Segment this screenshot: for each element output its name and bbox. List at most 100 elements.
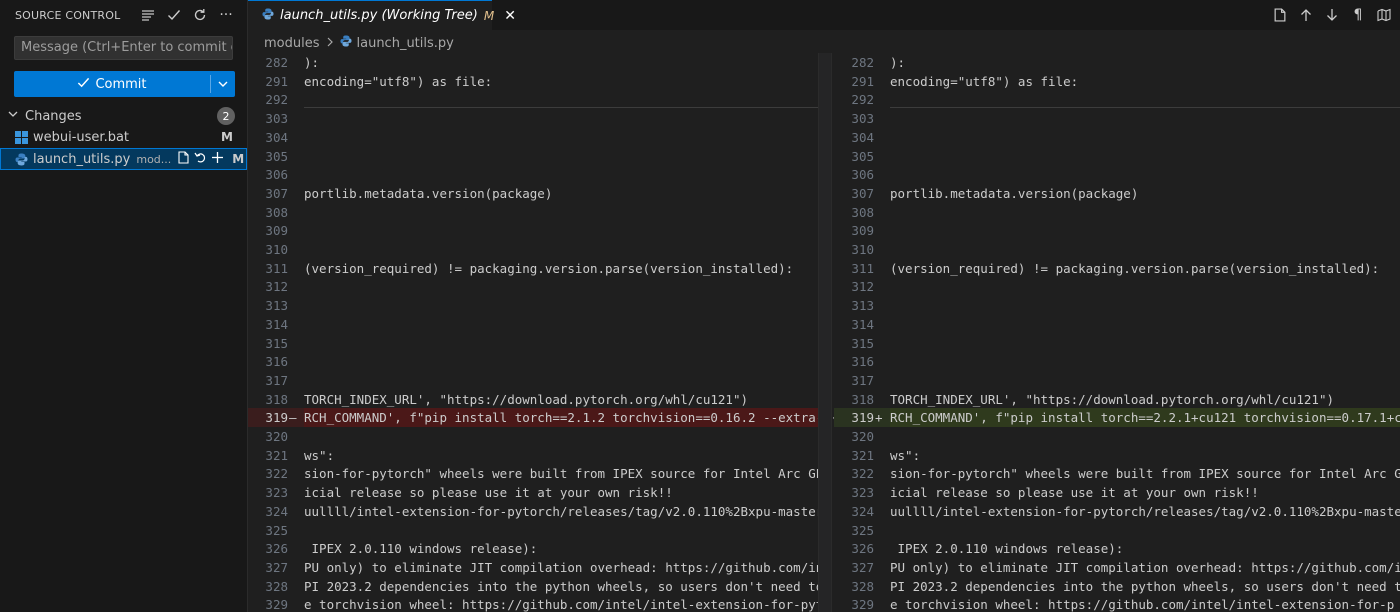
code-line: 312 [834, 277, 1400, 296]
file-directory: mod... [136, 152, 172, 166]
code-line: 317 [834, 371, 1400, 390]
commit-dropdown-button[interactable] [211, 71, 235, 97]
chevron-down-icon [218, 81, 228, 87]
file-name: launch_utils.py [33, 151, 131, 167]
line-number: 321 [265, 447, 288, 463]
line-number: 329 [265, 597, 288, 612]
line-number: 318 [265, 391, 288, 407]
pilcrow-whitespace-icon[interactable]: ¶ [1348, 4, 1368, 26]
sidebar-header: SOURCE CONTROL ··· [0, 0, 247, 30]
stage-changes-icon[interactable] [211, 151, 224, 168]
tab-title: launch_utils.py (Working Tree) [280, 8, 478, 23]
code-line: 313 [834, 296, 1400, 315]
code-line: 326 IPEX 2.0.110 windows release): [834, 539, 1400, 558]
code-text: (version_required) != packaging.version.… [890, 260, 1380, 276]
sidebar-title: SOURCE CONTROL [15, 8, 121, 22]
code-line: 328 PI 2023.2 dependencies into the pytho… [248, 577, 830, 596]
line-number: 309 [265, 223, 288, 239]
code-line: 314 [248, 315, 830, 334]
line-number: 320 [851, 429, 874, 444]
line-number: 292 [851, 92, 874, 108]
line-number: 326 [851, 541, 874, 557]
code-line: 305 [248, 147, 830, 166]
open-file-icon[interactable] [1270, 4, 1290, 26]
file-status-modified: M [221, 130, 233, 144]
breadcrumb-folder[interactable]: modules [264, 36, 320, 51]
line-number: 292 [265, 92, 288, 108]
diff-editor: launch_utils.py (Working Tree) M ✕ ¶ mod… [248, 0, 1400, 612]
line-number: 324 [265, 503, 288, 519]
code-text: PI 2023.2 dependencies into the python w… [304, 578, 824, 594]
line-number: 311 [851, 260, 874, 276]
code-text: ): [890, 55, 906, 70]
commit-label: Commit [95, 76, 147, 92]
line-number: 311 [265, 260, 288, 276]
commit-button[interactable]: Commit [14, 71, 235, 97]
line-number: 307 [265, 185, 288, 201]
line-number: 315 [851, 335, 874, 351]
code-text: e torchvision wheel: https://github.com/… [304, 597, 824, 612]
source-control-sidebar: SOURCE CONTROL ··· Message (Ctrl+Enter t… [0, 0, 248, 612]
code-line: 306 [834, 165, 1400, 184]
code-text: sion-for-pytorch" wheels were built from… [890, 466, 1400, 482]
code-line: 304 [248, 128, 830, 147]
previous-change-arrow-up-icon[interactable] [1296, 4, 1316, 26]
commit-check-icon[interactable] [163, 4, 185, 26]
line-number: 319 [265, 410, 288, 426]
commit-main-area[interactable]: Commit [14, 71, 210, 97]
file-status-modified: M [232, 152, 245, 166]
code-line: 327 PU only) to eliminate JIT compilation… [834, 558, 1400, 577]
changes-section-header[interactable]: Changes 2 [0, 105, 247, 127]
code-line: 327 PU only) to eliminate JIT compilation… [248, 558, 830, 577]
sidebar-actions: ··· [137, 4, 247, 26]
code-line: 304 [834, 128, 1400, 147]
code-line: 312 [248, 277, 830, 296]
line-number: 322 [265, 466, 288, 482]
code-text: (version_required) != packaging.version.… [304, 260, 794, 276]
check-icon [77, 76, 90, 93]
line-number: 318 [851, 391, 874, 407]
diff-overview-ruler[interactable] [818, 53, 832, 612]
code-line: 320 [834, 427, 1400, 446]
tab-launch-utils-working-tree[interactable]: launch_utils.py (Working Tree) M ✕ [248, 0, 516, 30]
code-line: 321 ws": [248, 446, 830, 465]
discard-changes-icon[interactable] [194, 151, 207, 168]
line-number: 316 [265, 354, 288, 370]
line-number: 327 [851, 559, 874, 575]
code-text: ws": [890, 447, 921, 463]
file-row-actions [177, 150, 224, 168]
line-number: 313 [265, 298, 288, 314]
line-number: 306 [851, 167, 874, 183]
diff-pane-original[interactable]: 282): 291 encoding="utf8") as file: 292 303 3… [248, 53, 830, 612]
python-file-icon [262, 7, 274, 24]
code-line: 323 icial release so please use it at you… [834, 483, 1400, 502]
code-line: 328 PI 2023.2 dependencies into the pytho… [834, 577, 1400, 596]
refresh-icon[interactable] [189, 4, 211, 26]
code-line: 324 uullll/intel-extension-for-pytorch/re… [834, 502, 1400, 521]
commit-message-input[interactable]: Message (Ctrl+Enter to commit on... [14, 36, 233, 60]
code-line: 305 [834, 147, 1400, 166]
inline-view-map-icon[interactable] [1374, 4, 1394, 26]
changed-file-webui-user[interactable]: webui-user.bat M [0, 126, 247, 148]
code-line: 316 [248, 352, 830, 371]
chevron-down-icon [7, 108, 21, 124]
code-line: 317 [248, 371, 830, 390]
code-line: 316 [834, 352, 1400, 371]
more-actions-icon[interactable]: ··· [215, 4, 237, 26]
code-line: 325 [248, 521, 830, 540]
code-text: IPEX 2.0.110 windows release): [890, 541, 1124, 557]
open-file-icon[interactable] [177, 150, 190, 168]
code-line: 308 [248, 203, 830, 222]
view-as-list-icon[interactable] [137, 4, 159, 26]
line-number: 304 [265, 129, 288, 145]
diff-pane-modified[interactable]: 282): 291 encoding="utf8") as file: 292 303 3… [834, 53, 1400, 612]
close-icon[interactable]: ✕ [504, 8, 516, 24]
changed-file-launch-utils[interactable]: launch_utils.py mod... M [0, 148, 247, 170]
next-change-arrow-down-icon[interactable] [1322, 4, 1342, 26]
code-text: RCH_COMMAND', f"pip install torch==2.2.1… [890, 408, 1400, 428]
code-line: 310 [834, 240, 1400, 259]
code-line: 314 [834, 315, 1400, 334]
line-number: 304 [851, 129, 874, 145]
breadcrumb-file[interactable]: launch_utils.py [357, 36, 454, 51]
code-text: TORCH_INDEX_URL', "https://download.pyto… [304, 391, 749, 407]
